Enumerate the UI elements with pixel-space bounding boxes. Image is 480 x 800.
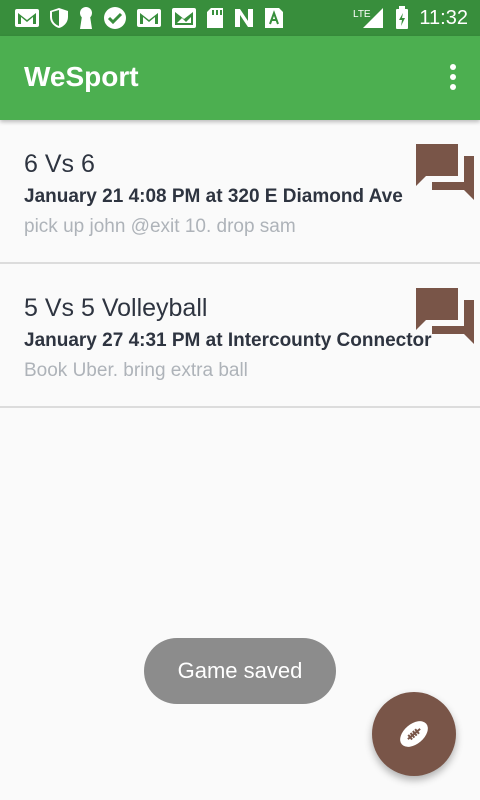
list-item[interactable]: 6 Vs 6 January 21 4:08 PM at 320 E Diamo… (0, 120, 480, 264)
game-title: 6 Vs 6 (24, 150, 95, 178)
system-status: LTE 11:32 (353, 6, 468, 30)
lte-signal-icon: LTE (353, 8, 384, 28)
sd-card-icon (207, 8, 223, 28)
chat-icon[interactable] (414, 142, 476, 204)
gmail-icon (15, 9, 39, 27)
game-note: Book Uber. bring extra ball (24, 360, 248, 381)
game-note: pick up john @exit 10. drop sam (24, 216, 296, 237)
a-app-icon (265, 8, 283, 28)
lte-label: LTE (353, 9, 371, 20)
overflow-menu-button[interactable] (446, 64, 460, 94)
n-logo-icon (235, 9, 253, 27)
dot-icon (450, 64, 456, 70)
app-bar: WeSport (0, 36, 480, 120)
chat-icon[interactable] (414, 286, 476, 348)
clock: 11:32 (419, 6, 468, 29)
keyhole-icon (80, 7, 92, 29)
gmail-icon (137, 9, 161, 27)
app-title: WeSport (24, 61, 139, 92)
battery-icon (396, 6, 409, 29)
dot-icon (450, 84, 456, 90)
list-item[interactable]: 5 Vs 5 Volleyball January 27 4:31 PM at … (0, 264, 480, 408)
game-details: January 27 4:31 PM at Intercounty Connec… (24, 330, 432, 351)
game-title: 5 Vs 5 Volleyball (24, 294, 208, 322)
photo-mail-icon (172, 8, 196, 28)
status-bar: LTE 11:32 (0, 0, 480, 36)
games-list: 6 Vs 6 January 21 4:08 PM at 320 E Diamo… (0, 120, 480, 408)
toast-message: Game saved (144, 638, 336, 704)
shield-icon (50, 8, 68, 28)
dot-icon (450, 74, 456, 80)
game-details: January 21 4:08 PM at 320 E Diamond Ave (24, 186, 403, 207)
add-game-button[interactable] (372, 692, 456, 776)
football-icon (400, 721, 428, 747)
notification-icons (14, 6, 284, 30)
check-badge-icon (104, 7, 126, 29)
